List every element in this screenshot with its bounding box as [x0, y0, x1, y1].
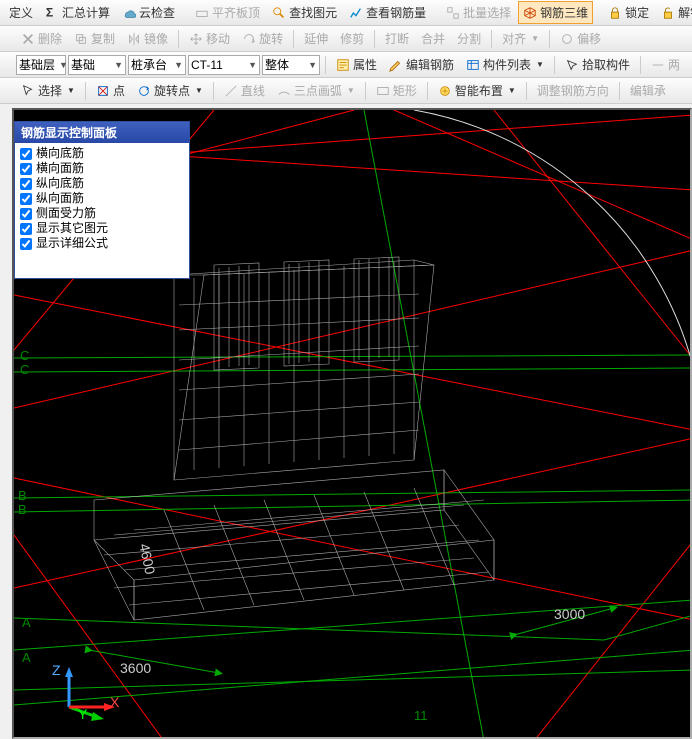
two-button[interactable]: 两 [646, 53, 685, 76]
batch-button[interactable]: 批量选择 [441, 1, 516, 24]
checkbox-icon[interactable] [20, 148, 32, 160]
chk-item-2[interactable]: 纵向底筋 [20, 176, 184, 191]
category-dropdown[interactable]: 基础▼ [68, 55, 126, 75]
checkbox-icon[interactable] [20, 193, 32, 205]
move-button[interactable]: 移动 [184, 27, 235, 50]
rotpoint-button[interactable]: 旋转点▼ [132, 79, 208, 102]
chk-item-4[interactable]: 侧面受力筋 [20, 206, 184, 221]
coord-z-label: Z [52, 662, 61, 678]
merge-button[interactable]: 合并 [416, 27, 450, 50]
find-button[interactable]: 查找图元 [267, 1, 342, 24]
line-button[interactable]: 直线 [219, 79, 270, 102]
axis-b-label-2: B [18, 502, 27, 517]
axis-c-label: C [20, 348, 29, 363]
adjdir-button[interactable]: 调整钢筋方向 [532, 79, 614, 102]
checkbox-icon[interactable] [20, 163, 32, 175]
smart-button[interactable]: 智能布置▼ [433, 79, 521, 102]
chk-item-0[interactable]: 横向底筋 [20, 146, 184, 161]
panel-title: 钢筋显示控制面板 [15, 122, 189, 143]
editrebar-button[interactable]: 编辑钢筋 [384, 53, 459, 76]
extend-button[interactable]: 延伸 [299, 27, 333, 50]
chk-item-6[interactable]: 显示详细公式 [20, 236, 184, 251]
checkbox-icon[interactable] [20, 223, 32, 235]
toolbar-main: 定义 Σ汇总计算 云检查 平齐板顶 查找图元 查看钢筋量 批量选择 钢筋三维 锁… [0, 0, 692, 26]
axis-a-label: A [22, 615, 31, 630]
coord-y-label: Y [78, 706, 87, 722]
pickcomp-button[interactable]: 拾取构件 [560, 53, 635, 76]
ct-dropdown[interactable]: CT-11▼ [188, 55, 260, 75]
checkbox-icon[interactable] [20, 208, 32, 220]
define-button[interactable]: 定义 [4, 1, 38, 24]
rebar3d-button[interactable]: 钢筋三维 [518, 1, 593, 24]
editcap-button[interactable]: 编辑承 [625, 79, 671, 102]
toolbar-context: 基础层▼ 基础▼ 桩承台▼ CT-11▼ 整体▼ 属性 编辑钢筋 构件列表▼ 拾… [0, 52, 692, 78]
unlock-button[interactable]: 解锁 [656, 1, 692, 24]
point-button[interactable]: 点 [91, 79, 130, 102]
leveltop-button[interactable]: 平齐板顶 [190, 1, 265, 24]
checkbox-icon[interactable] [20, 178, 32, 190]
rotate-button[interactable]: 旋转 [237, 27, 288, 50]
coord-x-label: X [110, 694, 119, 710]
arc3-button[interactable]: 三点画弧▼ [272, 79, 360, 102]
align-button[interactable]: 对齐▼ [497, 27, 544, 50]
lock-button[interactable]: 锁定 [603, 1, 654, 24]
trim-button[interactable]: 修剪 [335, 27, 369, 50]
viewrebar-button[interactable]: 查看钢筋量 [344, 1, 431, 24]
panel-body: 横向底筋 横向面筋 纵向底筋 纵向面筋 侧面受力筋 显示其它图元 显示详细公式 [15, 143, 189, 278]
break-button[interactable]: 打断 [380, 27, 414, 50]
chk-item-1[interactable]: 横向面筋 [20, 161, 184, 176]
summary-button[interactable]: Σ汇总计算 [40, 1, 115, 24]
toolbar-edit: 删除 复制 镜像 移动 旋转 延伸 修剪 打断 合并 分割 对齐▼ 偏移 [0, 26, 692, 52]
chk-item-3[interactable]: 纵向面筋 [20, 191, 184, 206]
rebar-panel: 钢筋显示控制面板 横向底筋 横向面筋 纵向底筋 纵向面筋 侧面受力筋 显示其它图… [14, 121, 190, 279]
mirror-button[interactable]: 镜像 [122, 27, 173, 50]
toolbar-draw: 选择▼ 点 旋转点▼ 直线 三点画弧▼ 矩形 智能布置▼ 调整钢筋方向 编辑承 [0, 78, 692, 104]
split-button[interactable]: 分割 [452, 27, 486, 50]
axis-11-label: 11 [414, 708, 428, 723]
complist-button[interactable]: 构件列表▼ [461, 53, 549, 76]
delete-button[interactable]: 删除 [16, 27, 67, 50]
cloudcheck-button[interactable]: 云检查 [117, 1, 180, 24]
checkbox-icon[interactable] [20, 238, 32, 250]
layer-dropdown[interactable]: 基础层▼ [16, 55, 66, 75]
chk-item-5[interactable]: 显示其它图元 [20, 221, 184, 236]
axis-c-label-2: C [20, 362, 29, 377]
dim-3000: 3000 [554, 606, 585, 622]
offset-button[interactable]: 偏移 [555, 27, 606, 50]
select-button[interactable]: 选择▼ [16, 79, 80, 102]
dim-3600: 3600 [120, 660, 151, 676]
svg-text:Σ: Σ [46, 6, 53, 20]
subtype-dropdown[interactable]: 桩承台▼ [128, 55, 186, 75]
mode-dropdown[interactable]: 整体▼ [262, 55, 320, 75]
axis-b-label: B [18, 488, 27, 503]
copy-button[interactable]: 复制 [69, 27, 120, 50]
axis-a-label-2: A [22, 650, 31, 665]
rect-button[interactable]: 矩形 [371, 79, 422, 102]
props-button[interactable]: 属性 [331, 53, 382, 76]
